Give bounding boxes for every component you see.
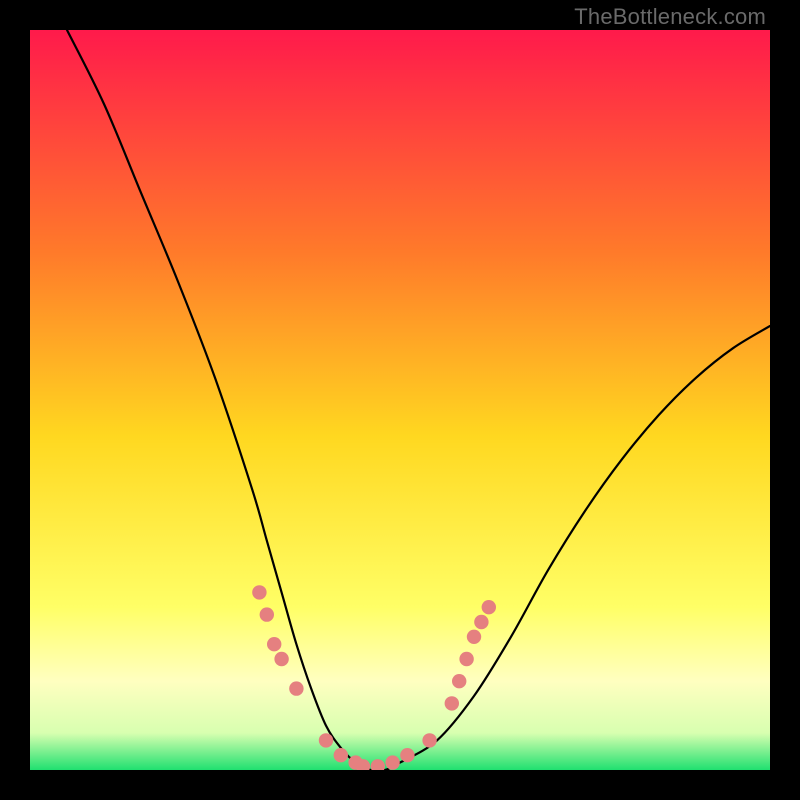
chart-frame: TheBottleneck.com	[0, 0, 800, 800]
data-marker	[452, 674, 466, 688]
data-marker	[274, 652, 288, 666]
data-marker	[371, 759, 385, 770]
data-marker	[334, 748, 348, 762]
data-marker	[289, 681, 303, 695]
data-marker	[252, 585, 266, 599]
data-marker	[474, 615, 488, 629]
bottleneck-curve	[30, 30, 770, 770]
data-marker	[260, 607, 274, 621]
data-marker	[400, 748, 414, 762]
data-marker	[319, 733, 333, 747]
data-marker	[267, 637, 281, 651]
data-marker	[385, 755, 399, 769]
data-marker	[467, 630, 481, 644]
data-marker	[445, 696, 459, 710]
watermark-label: TheBottleneck.com	[574, 4, 766, 30]
data-marker	[459, 652, 473, 666]
data-marker	[482, 600, 496, 614]
plot-area	[30, 30, 770, 770]
data-marker	[422, 733, 436, 747]
